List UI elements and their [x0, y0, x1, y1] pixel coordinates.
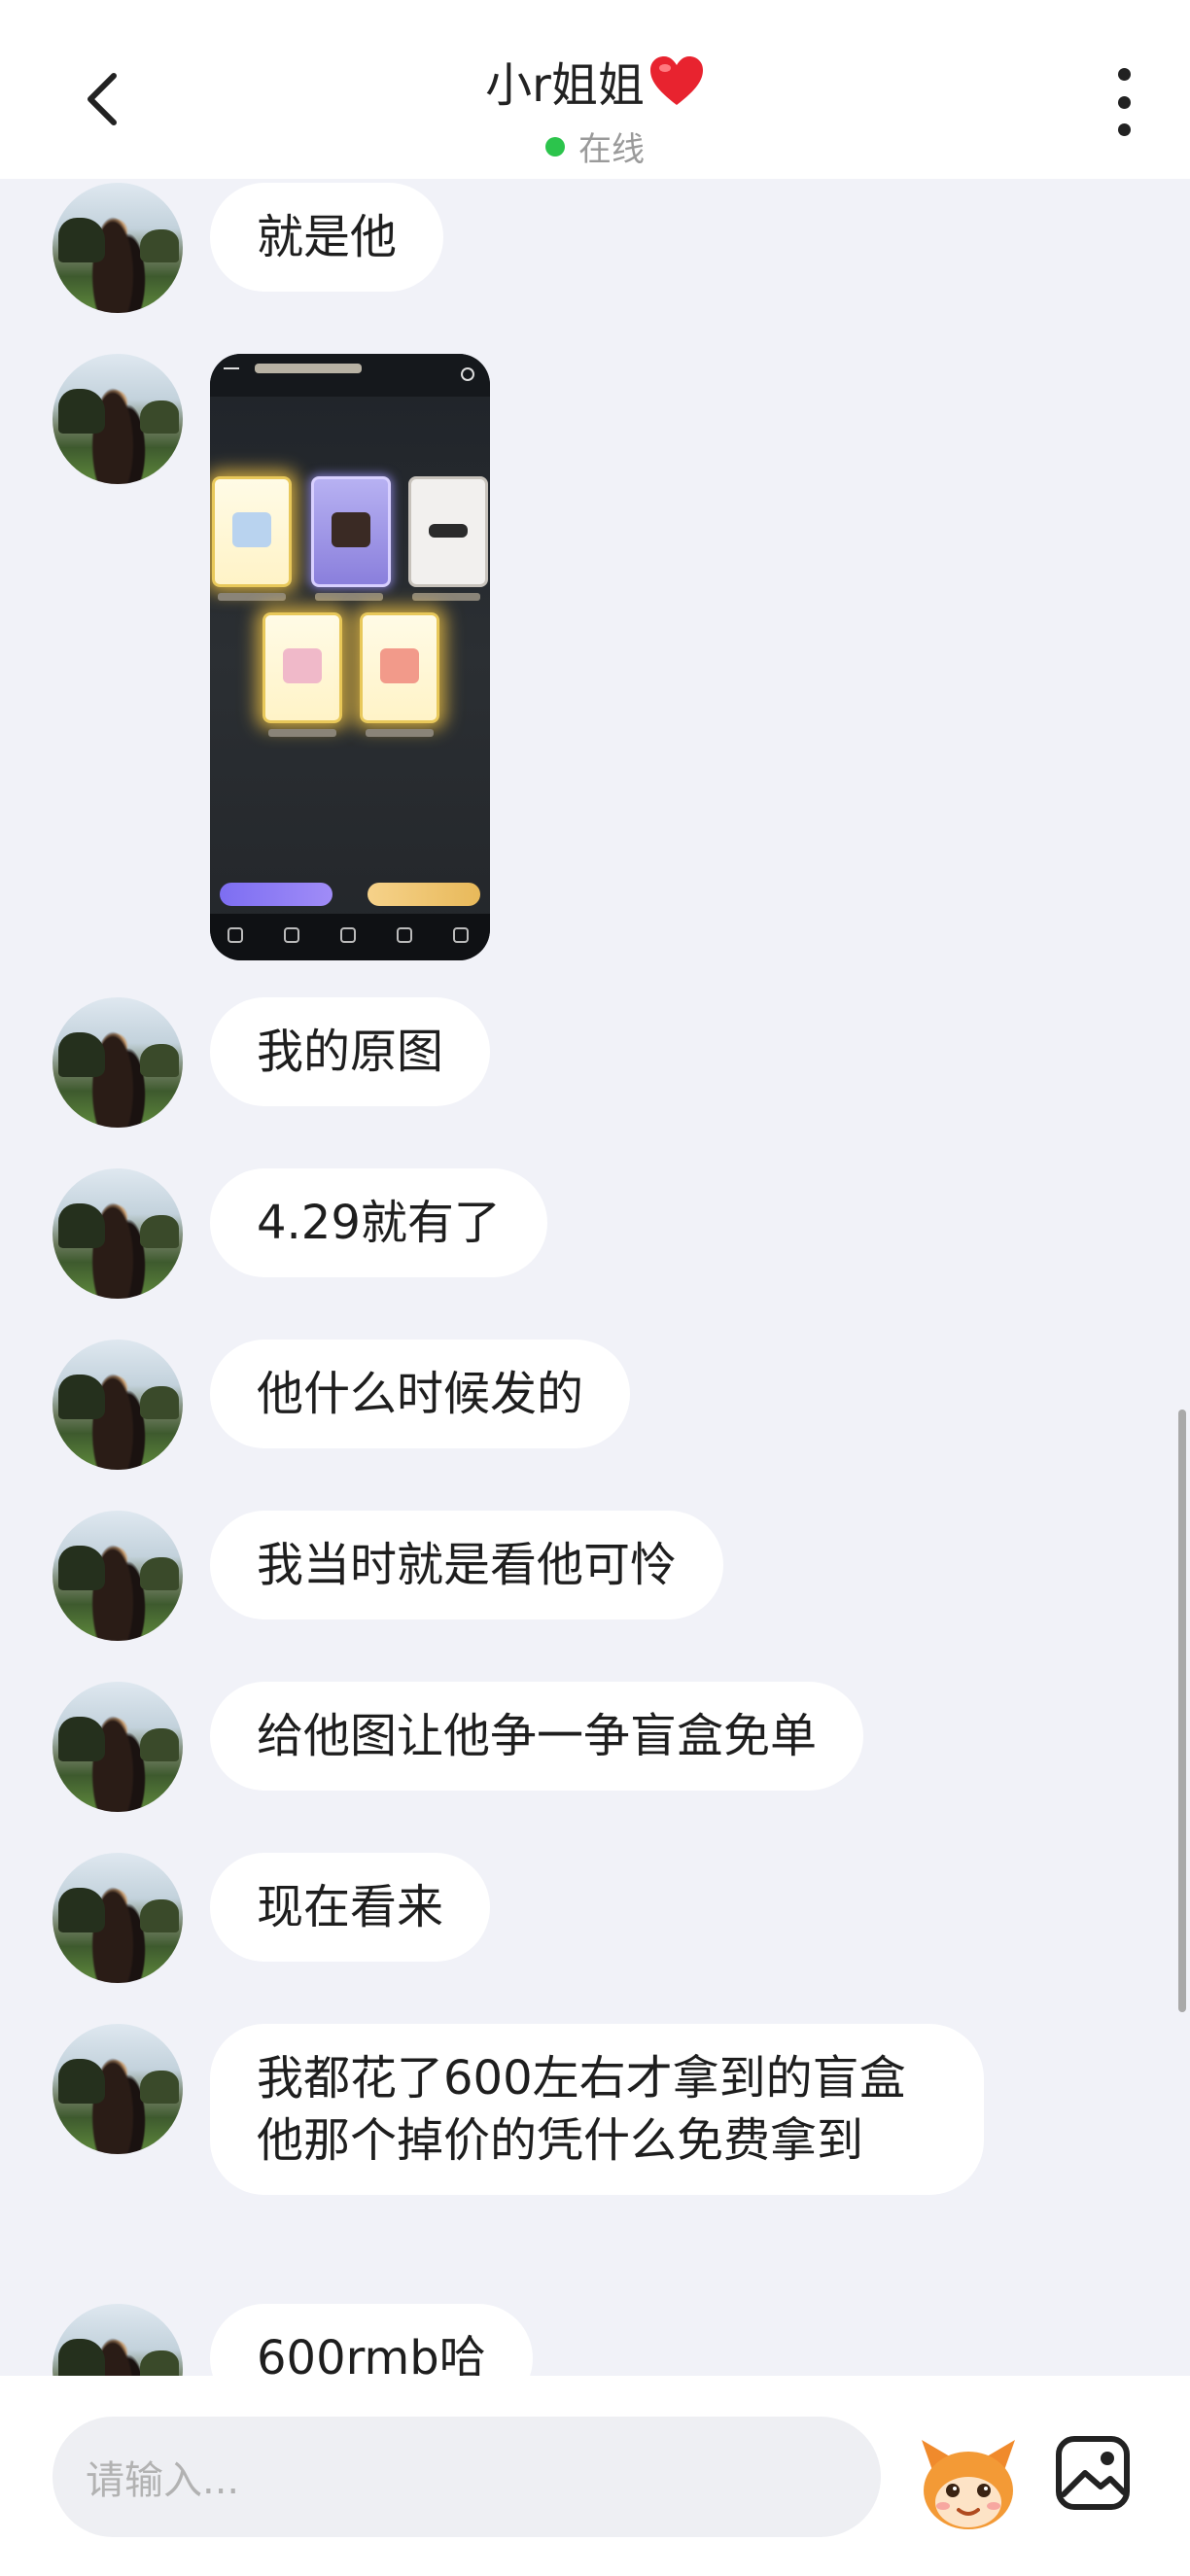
heart-icon	[649, 56, 703, 105]
avatar[interactable]	[52, 1168, 183, 1299]
image-button[interactable]	[1054, 2434, 1132, 2512]
more-vertical-icon	[1117, 68, 1131, 81]
image-message[interactable]	[210, 354, 490, 960]
avatar[interactable]	[52, 1340, 183, 1470]
status-text: 在线	[578, 130, 645, 169]
online-dot-icon	[545, 136, 565, 157]
title-block: 小r姐姐 在线	[0, 47, 1190, 170]
message-bubble[interactable]: 他什么时候发的	[210, 1340, 631, 1448]
message-bubble[interactable]: 4.29就有了	[210, 1168, 547, 1277]
online-status: 在线	[0, 122, 1190, 170]
chat-title: 小r姐姐	[485, 47, 705, 115]
avatar[interactable]	[52, 1682, 183, 1812]
avatar[interactable]	[52, 2024, 183, 2154]
contact-name: 小r姐姐	[485, 58, 645, 113]
avatar[interactable]	[52, 354, 183, 484]
message-bubble[interactable]: 我的原图	[210, 997, 491, 1106]
more-button[interactable]	[1104, 68, 1143, 136]
message-bubble[interactable]: 现在看来	[210, 1853, 491, 1962]
message-list[interactable]: 就是他 我的原图 4.29就有了 他什么时候发的 我当时就是看他可怜 给他图让他…	[0, 179, 1190, 2376]
input-bar: 请输入...	[0, 2376, 1190, 2576]
avatar[interactable]	[52, 2304, 183, 2376]
chat-header: 小r姐姐 在线	[0, 0, 1190, 179]
avatar[interactable]	[52, 1853, 183, 1983]
message-bubble[interactable]: 给他图让他争一争盲盒免单	[210, 1682, 864, 1791]
avatar[interactable]	[52, 1511, 183, 1641]
message-bubble[interactable]: 就是他	[210, 183, 444, 292]
message-bubble[interactable]: 600rmb哈	[210, 2304, 533, 2376]
avatar[interactable]	[52, 183, 183, 313]
message-input[interactable]: 请输入...	[52, 2417, 881, 2537]
message-bubble[interactable]: 我都花了600左右才拿到的盲盒他那个掉价的凭什么免费拿到	[210, 2024, 984, 2195]
avatar[interactable]	[52, 997, 183, 1128]
mascot-emoji-icon	[922, 2440, 1015, 2529]
message-bubble[interactable]: 我当时就是看他可怜	[210, 1511, 724, 1619]
emoji-button[interactable]	[916, 2434, 1021, 2533]
scrollbar[interactable]	[1178, 1410, 1186, 2012]
image-icon	[1056, 2436, 1130, 2510]
